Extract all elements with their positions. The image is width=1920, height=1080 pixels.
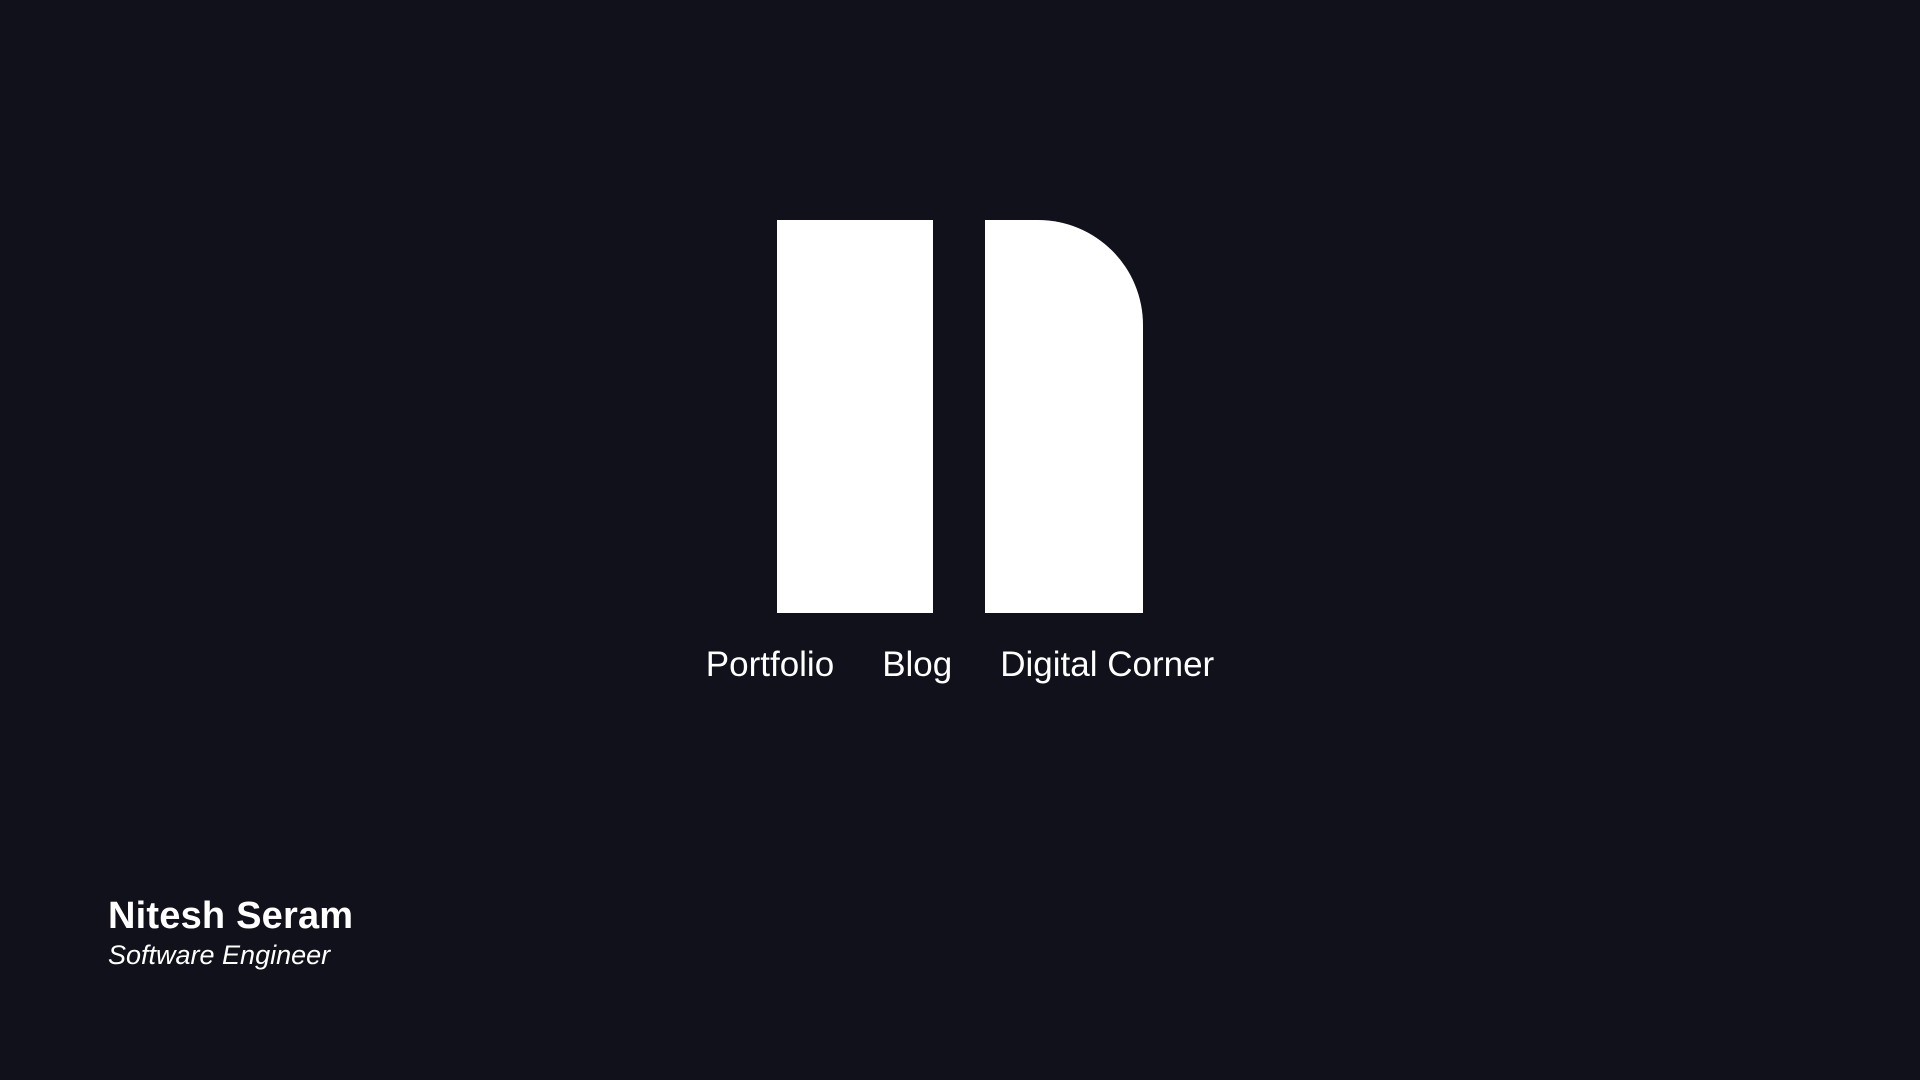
- logo-right-arch: [985, 220, 1143, 613]
- identity-block: Nitesh Seram Software Engineer: [108, 893, 353, 971]
- author-role: Software Engineer: [108, 940, 331, 970]
- landing-page: Portfolio Blog Digital Corner Nitesh Ser…: [0, 0, 1920, 1080]
- nav-link-blog[interactable]: Blog: [882, 640, 952, 690]
- author-name: Nitesh Seram: [108, 895, 354, 937]
- nav-link-digital-corner[interactable]: Digital Corner: [1000, 640, 1214, 690]
- nav-link-portfolio[interactable]: Portfolio: [706, 640, 834, 690]
- logo-left-pillar: [777, 220, 933, 613]
- main-nav: Portfolio Blog Digital Corner: [0, 640, 1920, 690]
- logo-mark-icon: [777, 220, 1143, 613]
